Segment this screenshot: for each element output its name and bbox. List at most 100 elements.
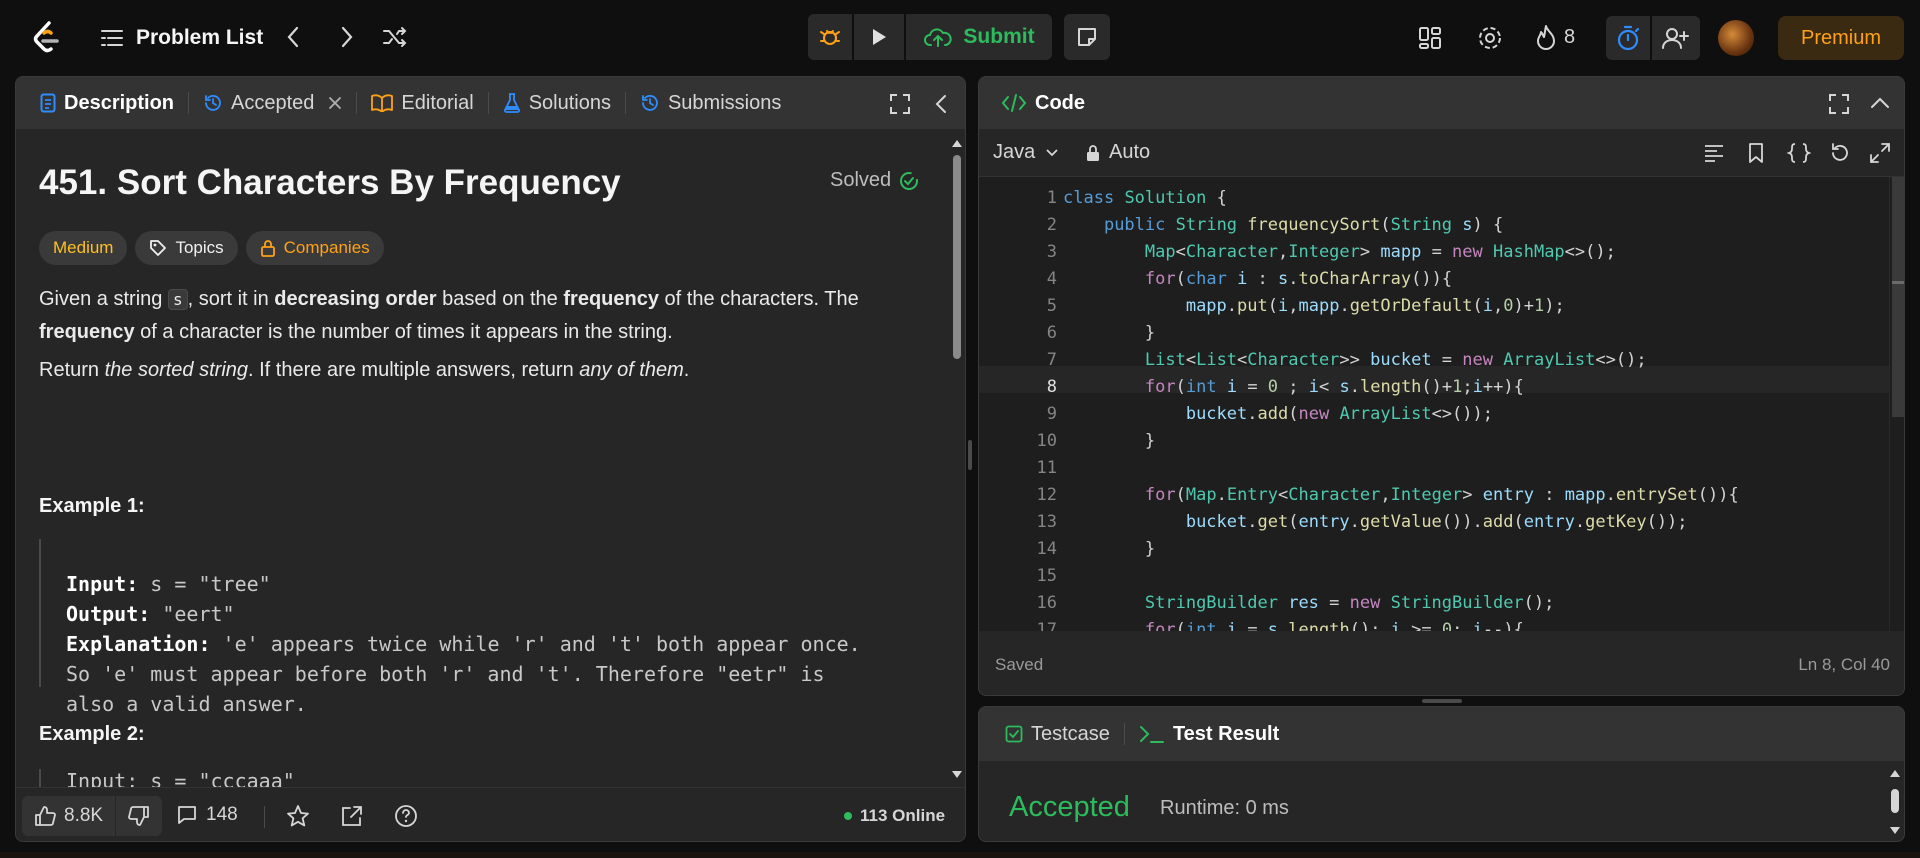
code-line: } xyxy=(1063,323,1156,343)
book-icon xyxy=(371,94,394,112)
result-status: Accepted xyxy=(1009,791,1130,823)
next-problem-icon[interactable] xyxy=(340,26,354,48)
solved-status: Solved xyxy=(830,169,919,192)
example-2-title: Example 2: xyxy=(39,723,145,745)
collapse-up-icon[interactable] xyxy=(1870,97,1890,109)
statement-text: of the characters. The xyxy=(658,288,859,310)
tab-divider xyxy=(487,92,489,114)
terminal-icon xyxy=(1139,724,1165,744)
language-label: Java xyxy=(993,141,1036,163)
note-icon xyxy=(1076,26,1098,48)
help-icon[interactable] xyxy=(394,804,418,828)
avatar[interactable] xyxy=(1718,20,1754,56)
prev-problem-icon[interactable] xyxy=(286,26,300,48)
online-count: 113 Online xyxy=(860,806,946,825)
code-lines: class Solution { public String frequency… xyxy=(1063,185,1739,631)
difficulty-badge[interactable]: Medium xyxy=(39,231,128,265)
fullscreen-icon[interactable] xyxy=(1869,142,1891,164)
premium-button[interactable]: Premium xyxy=(1778,16,1904,60)
like-count: 8.8K xyxy=(64,805,104,826)
chevron-down-icon xyxy=(1045,148,1059,158)
share-icon[interactable] xyxy=(340,804,364,828)
star-icon[interactable] xyxy=(286,804,310,828)
like-button[interactable]: 8.8K xyxy=(22,796,115,836)
lock-icon xyxy=(1085,144,1101,162)
statement-text: . If there are multiple answers, return xyxy=(248,359,580,381)
statement-text: based on the xyxy=(436,288,564,310)
line-number: 6 xyxy=(1046,323,1057,343)
invite-user-button[interactable] xyxy=(1652,16,1700,60)
braces-icon[interactable] xyxy=(1787,142,1811,164)
horizontal-resize-handle[interactable] xyxy=(1422,699,1462,703)
tab-editorial[interactable]: Editorial xyxy=(365,77,479,129)
problem-list-button[interactable]: Problem List xyxy=(100,22,263,54)
cloud-upload-icon xyxy=(923,26,953,48)
code-line: } xyxy=(1063,431,1156,451)
statement-text: of a character is the number of times it… xyxy=(134,321,673,343)
maximize-icon[interactable] xyxy=(889,93,911,115)
topics-badge[interactable]: Topics xyxy=(135,231,238,265)
history-icon xyxy=(203,93,223,113)
statement-text: . xyxy=(683,359,690,381)
language-select[interactable]: Java xyxy=(993,141,1059,164)
example-input: Input: s = "cccaaa" xyxy=(66,769,295,789)
editor-scrollbar[interactable] xyxy=(1889,177,1904,631)
code-title: Code xyxy=(1035,91,1085,114)
vertical-resize-handle[interactable] xyxy=(968,440,972,470)
cursor-position: Ln 8, Col 40 xyxy=(1798,655,1890,674)
tab-accepted[interactable]: Accepted xyxy=(197,77,348,129)
run-button[interactable] xyxy=(854,14,904,60)
code-icon xyxy=(1001,93,1027,113)
shuffle-icon[interactable] xyxy=(382,26,408,48)
tab-description[interactable]: Description xyxy=(34,77,180,129)
tab-divider xyxy=(188,92,190,114)
example-1-block: Input: s = "tree" Output: "eert" Explana… xyxy=(39,539,919,716)
line-number: 12 xyxy=(1036,485,1057,505)
code-line: bucket.get(entry.getValue()).add(entry.g… xyxy=(1185,512,1688,532)
thumbs-down-icon xyxy=(128,805,150,827)
test-result-content: Accepted Runtime: 0 ms xyxy=(979,761,1904,841)
maximize-icon[interactable] xyxy=(1828,93,1850,115)
tab-solutions[interactable]: Solutions xyxy=(497,77,617,129)
comments-button[interactable]: 148 xyxy=(176,804,238,826)
leetcode-logo[interactable] xyxy=(30,20,64,56)
tab-test-result[interactable]: Test Result xyxy=(1133,708,1285,760)
tag-icon xyxy=(149,239,167,257)
description-scrollbar[interactable] xyxy=(950,133,964,785)
tab-testcase[interactable]: Testcase xyxy=(999,708,1116,760)
bookmark-icon[interactable] xyxy=(1747,142,1765,164)
tab-submissions[interactable]: Submissions xyxy=(634,77,787,129)
result-scrollbar[interactable] xyxy=(1887,765,1903,839)
settings-gear-icon[interactable] xyxy=(1477,25,1503,51)
submit-label: Submit xyxy=(963,25,1035,48)
statement-text: Return xyxy=(39,359,105,381)
auto-mode[interactable]: Auto xyxy=(1085,141,1150,164)
editor-scroll-thumb[interactable] xyxy=(1892,177,1904,417)
notes-button[interactable] xyxy=(1064,14,1110,60)
tab-divider xyxy=(1123,723,1125,745)
tab-code[interactable]: Code xyxy=(995,77,1091,129)
code-editor[interactable]: 1 2 3 4 5 6 7 8 9 10 11 12 13 14 15 16 17 class Solution… xyxy=(979,177,1904,631)
close-tab-icon[interactable] xyxy=(328,96,342,110)
layout-icon[interactable] xyxy=(1418,26,1442,50)
reset-icon[interactable] xyxy=(1829,142,1851,164)
example-2-block: Input: s = "cccaaa" xyxy=(39,769,295,789)
timer-button[interactable] xyxy=(1606,16,1650,60)
runtime-label: Runtime: 0 ms xyxy=(1160,797,1289,819)
tab-test-result-label: Test Result xyxy=(1172,722,1280,745)
collapse-left-icon[interactable] xyxy=(935,94,947,114)
line-number: 17 xyxy=(1036,620,1057,631)
format-icon[interactable] xyxy=(1703,143,1725,163)
code-line: public String frequencySort(String s) { xyxy=(1103,215,1504,235)
debug-button[interactable] xyxy=(808,14,852,60)
dislike-button[interactable] xyxy=(116,796,162,836)
companies-badge[interactable]: Companies xyxy=(245,231,384,265)
line-number: 8 xyxy=(1046,377,1057,397)
submit-button[interactable]: Submit xyxy=(906,14,1052,60)
bottom-edge xyxy=(0,852,1920,858)
editor-toolbar: Java Auto xyxy=(979,129,1904,177)
code-line: for(char i : s.toCharArray()){ xyxy=(1144,269,1453,289)
streak-counter[interactable]: 8 xyxy=(1536,24,1575,50)
editor-statusbar: Saved Ln 8, Col 40 xyxy=(979,631,1904,695)
tab-testcase-label: Testcase xyxy=(1031,722,1110,745)
